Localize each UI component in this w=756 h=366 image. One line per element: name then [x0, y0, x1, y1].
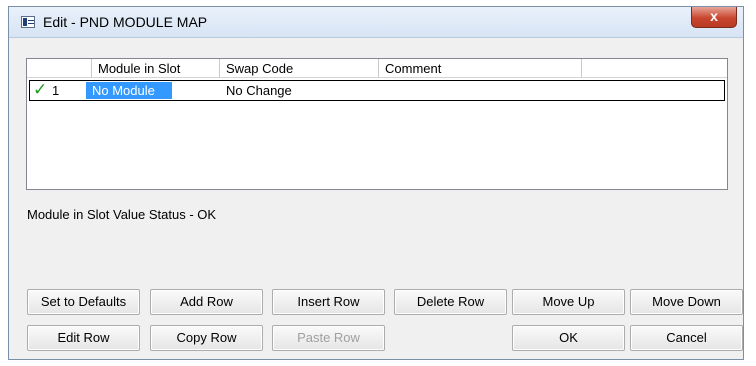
window-icon — [21, 16, 35, 28]
row-number: 1 — [52, 83, 60, 98]
move-up-button[interactable]: Move Up — [512, 289, 625, 315]
column-header-row-indicator[interactable] — [27, 59, 92, 78]
delete-row-button[interactable]: Delete Row — [394, 289, 507, 315]
column-header-module-in-slot[interactable]: Module in Slot — [92, 59, 220, 78]
title-bar: Edit - PND MODULE MAP x — [9, 7, 743, 38]
column-header-swap-code[interactable]: Swap Code — [220, 59, 379, 78]
edit-row-button[interactable]: Edit Row — [27, 325, 140, 351]
module-cell[interactable]: No Module — [86, 82, 172, 99]
insert-row-button[interactable]: Insert Row — [272, 289, 385, 315]
paste-row-button: Paste Row — [272, 325, 385, 351]
move-down-button[interactable]: Move Down — [630, 289, 743, 315]
check-icon: ✓ — [33, 80, 48, 99]
module-map-grid: Module in Slot Swap Code Comment ✓ 1 No … — [26, 58, 728, 190]
edit-dialog: Edit - PND MODULE MAP x Module in Slot S… — [8, 6, 744, 360]
copy-row-button[interactable]: Copy Row — [150, 325, 263, 351]
table-row[interactable]: ✓ 1 No Module No Change — [29, 80, 725, 101]
add-row-button[interactable]: Add Row — [150, 289, 263, 315]
set-to-defaults-button[interactable]: Set to Defaults — [27, 289, 140, 315]
value-status-text: Module in Slot Value Status - OK — [27, 207, 217, 222]
swap-code-cell[interactable]: No Change — [226, 81, 292, 100]
window-title: Edit - PND MODULE MAP — [43, 14, 208, 30]
ok-button[interactable]: OK — [512, 325, 625, 351]
column-header-comment[interactable]: Comment — [379, 59, 582, 78]
close-button[interactable]: x — [691, 7, 737, 28]
cancel-button[interactable]: Cancel — [630, 325, 743, 351]
grid-header: Module in Slot Swap Code Comment — [27, 59, 727, 79]
column-header-filler — [582, 59, 727, 78]
